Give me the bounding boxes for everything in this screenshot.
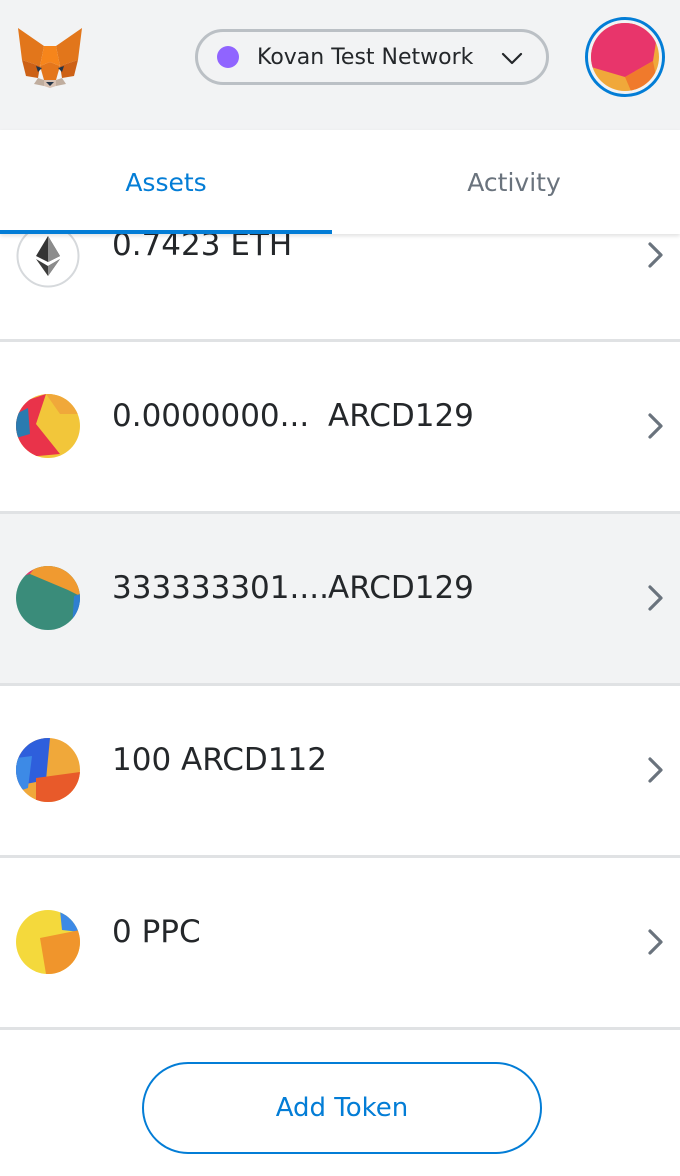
asset-symbol: ARCD129 bbox=[328, 570, 474, 606]
tab-activity[interactable]: Activity bbox=[348, 130, 680, 234]
token-identicon-icon bbox=[16, 394, 80, 458]
asset-amount: 0 PPC bbox=[112, 914, 201, 950]
token-identicon-icon bbox=[16, 738, 80, 802]
network-selector[interactable]: Kovan Test Network bbox=[195, 29, 549, 85]
network-label: Kovan Test Network bbox=[257, 44, 474, 70]
chevron-right-icon bbox=[648, 585, 663, 611]
chevron-down-icon bbox=[501, 52, 523, 65]
add-token-button[interactable]: Add Token bbox=[142, 1062, 542, 1154]
asset-row-arcd129-2[interactable]: 333333301.... ARCD129 bbox=[0, 514, 680, 686]
tab-assets[interactable]: Assets bbox=[0, 130, 332, 234]
tab-bar: Assets Activity bbox=[0, 130, 680, 234]
token-identicon-icon bbox=[16, 910, 80, 974]
app-header: Kovan Test Network bbox=[0, 0, 680, 130]
chevron-right-icon bbox=[648, 929, 663, 955]
active-tab-indicator bbox=[0, 230, 332, 234]
token-identicon-icon bbox=[16, 566, 80, 630]
asset-symbol: ARCD129 bbox=[328, 398, 474, 434]
account-identicon-icon bbox=[591, 23, 659, 91]
network-status-dot bbox=[217, 46, 239, 68]
asset-amount: 0.0000000... bbox=[112, 398, 310, 434]
asset-row-arcd129[interactable]: 0.0000000... ARCD129 bbox=[0, 342, 680, 514]
chevron-right-icon bbox=[648, 757, 663, 783]
asset-amount: 100 ARCD112 bbox=[112, 742, 327, 778]
asset-amount: 333333301.... bbox=[112, 570, 329, 606]
chevron-right-icon bbox=[648, 413, 663, 439]
asset-row-ppc[interactable]: 0 PPC bbox=[0, 858, 680, 1030]
account-menu-button[interactable] bbox=[585, 17, 665, 97]
metamask-fox-icon[interactable] bbox=[16, 26, 84, 90]
asset-list-footer: Add Token bbox=[0, 1030, 680, 1176]
asset-row-arcd112[interactable]: 100 ARCD112 bbox=[0, 686, 680, 858]
chevron-right-icon bbox=[648, 242, 663, 268]
